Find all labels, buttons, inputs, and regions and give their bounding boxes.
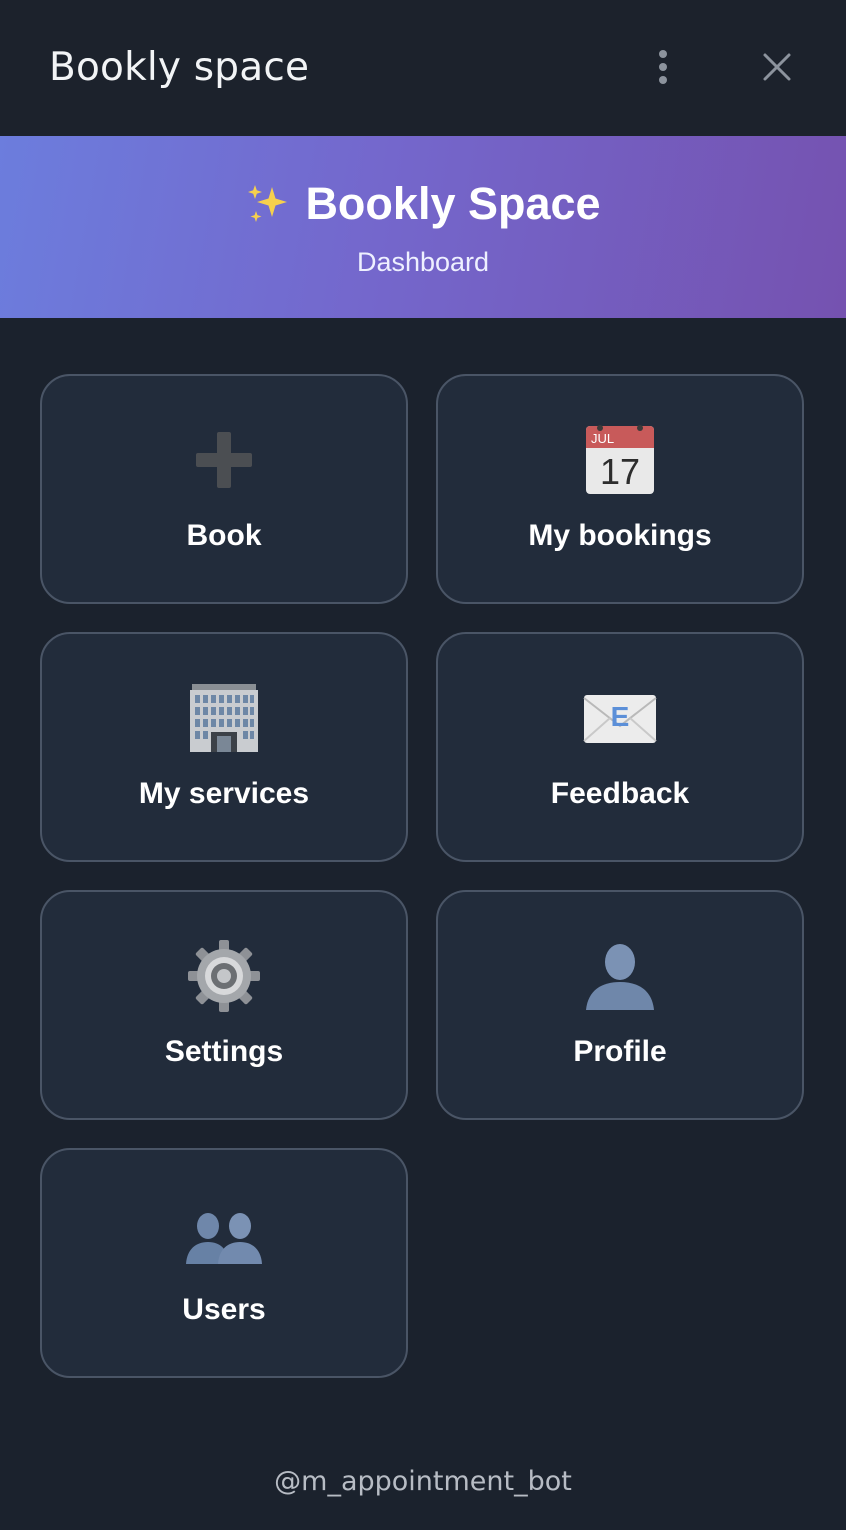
- profile-button[interactable]: Profile: [436, 890, 804, 1120]
- sparkles-icon: [248, 185, 288, 222]
- tile-label: Settings: [164, 1035, 284, 1068]
- envelope-icon: E: [583, 695, 657, 743]
- close-button[interactable]: [754, 44, 800, 90]
- calendar-month: JUL: [591, 431, 614, 446]
- my-services-button[interactable]: My services: [40, 632, 408, 862]
- tile-label: Book: [186, 519, 262, 552]
- more-vertical-icon: [659, 50, 667, 58]
- settings-button[interactable]: Settings: [40, 890, 408, 1120]
- plus-icon: [196, 432, 252, 488]
- dashboard-banner: Bookly Space Dashboard: [0, 136, 846, 318]
- banner-title: Bookly Space: [305, 178, 601, 229]
- users-button[interactable]: Users: [40, 1148, 408, 1378]
- feedback-button[interactable]: E Feedback: [436, 632, 804, 862]
- envelope-letter: E: [611, 701, 630, 732]
- tile-label: My bookings: [528, 519, 712, 552]
- banner-title-row: Bookly Space: [0, 176, 846, 232]
- window-title: Bookly space: [49, 45, 310, 90]
- more-options-button[interactable]: [640, 42, 686, 92]
- tile-label: Users: [182, 1293, 266, 1326]
- more-dot: [659, 63, 667, 71]
- tile-label: Profile: [573, 1035, 667, 1068]
- users-silhouette-icon: [186, 1213, 262, 1264]
- office-building-icon: [190, 684, 258, 752]
- user-silhouette-icon: [586, 944, 654, 1010]
- bot-handle: @m_appointment_bot: [274, 1466, 572, 1497]
- more-dot: [659, 76, 667, 84]
- close-icon: [763, 53, 791, 81]
- my-bookings-button[interactable]: JUL 17 My bookings: [436, 374, 804, 604]
- calendar-icon: JUL 17: [586, 425, 654, 494]
- banner-subtitle: Dashboard: [356, 247, 490, 277]
- mini-app-window: Bookly space Bookly Space Dashboard Book…: [0, 0, 846, 1530]
- calendar-day: 17: [600, 451, 640, 492]
- tile-label: Feedback: [550, 777, 690, 810]
- gear-icon: [188, 940, 260, 1012]
- window-header: Bookly space: [0, 0, 846, 136]
- tile-label: My services: [138, 777, 310, 810]
- book-button[interactable]: Book: [40, 374, 408, 604]
- menu-grid: Book JUL 17 My bookings My services E Fe…: [40, 374, 804, 1378]
